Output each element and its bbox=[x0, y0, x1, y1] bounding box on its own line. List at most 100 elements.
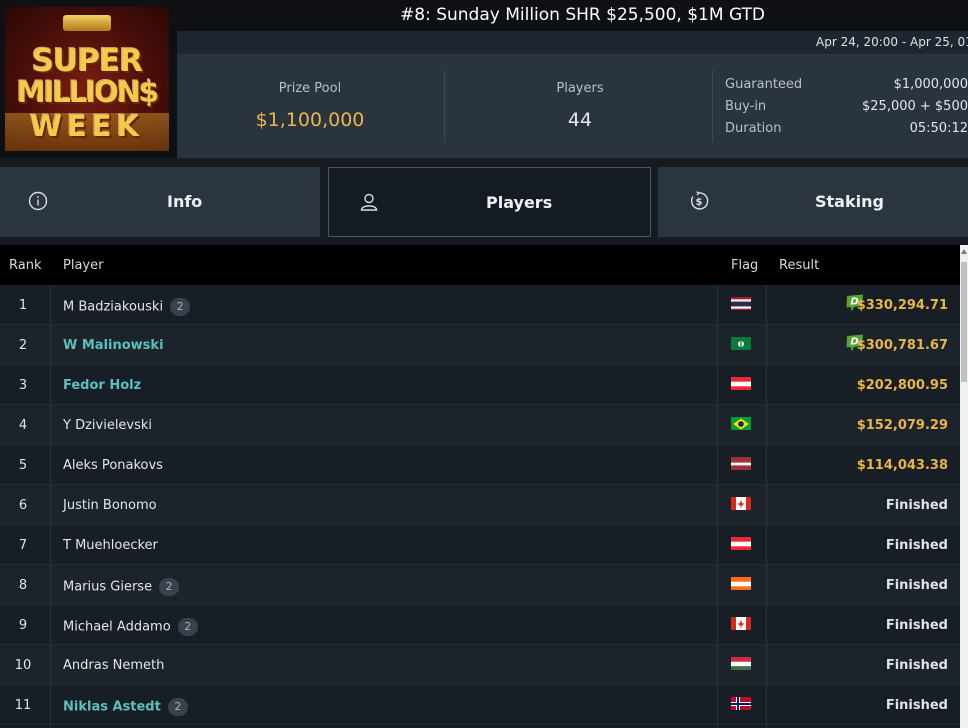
user-icon bbox=[360, 193, 378, 211]
player-name-text: M Badziakouski bbox=[63, 299, 164, 315]
player-name-text: Niklas Astedt bbox=[63, 699, 161, 715]
rank-cell: 10 bbox=[14, 658, 32, 673]
tab-staking-label: Staking bbox=[815, 192, 884, 211]
logo-text-line3: WEEK bbox=[29, 109, 145, 143]
rank-cell: 7 bbox=[18, 538, 28, 553]
flag-norway-icon bbox=[731, 696, 751, 710]
stats-divider bbox=[712, 70, 713, 142]
duration-value: 05:50:12 bbox=[909, 121, 968, 136]
table-row[interactable]: 8 Marius Gierse 2 Finished bbox=[0, 565, 960, 605]
info-icon bbox=[28, 191, 48, 211]
player-name-link[interactable]: Niklas Astedt 2 bbox=[63, 698, 188, 716]
player-column-divider bbox=[717, 285, 718, 728]
result-cell: $114,043.38 bbox=[856, 458, 948, 473]
player-name: Y Dzivielevski bbox=[63, 418, 152, 433]
scrollbar-thumb[interactable] bbox=[961, 262, 967, 382]
tab-info[interactable]: Info bbox=[0, 167, 320, 237]
table-row[interactable]: 10 Andras Nemeth Finished bbox=[0, 645, 960, 685]
tab-staking[interactable]: $ Staking bbox=[658, 167, 968, 237]
player-name: Aleks Ponakovs bbox=[63, 458, 163, 473]
flag-canada-icon bbox=[731, 496, 751, 510]
column-header-flag[interactable]: Flag bbox=[731, 258, 758, 273]
prize-pool-value: $1,100,000 bbox=[255, 109, 365, 131]
tab-players[interactable]: Players bbox=[328, 167, 651, 237]
table-row[interactable]: 11 Niklas Astedt 2 Finished bbox=[0, 685, 960, 725]
entries-count-badge: 2 bbox=[177, 618, 198, 636]
player-name: Marius Gierse 2 bbox=[63, 578, 180, 596]
player-name-link[interactable]: Fedor Holz bbox=[63, 378, 141, 393]
rank-cell: 4 bbox=[18, 418, 28, 433]
player-name-text: W Malinowski bbox=[63, 338, 164, 353]
duration-label: Duration bbox=[725, 121, 782, 136]
table-row[interactable]: 9 Michael Addamo 2 Finished bbox=[0, 605, 960, 645]
flag-hungary-icon bbox=[731, 656, 751, 670]
player-name-link[interactable]: W Malinowski bbox=[63, 338, 164, 353]
player-name-text: Aleks Ponakovs bbox=[63, 458, 163, 473]
tournament-logo-frame: SUPER MILLION$ WEEK bbox=[0, 0, 177, 158]
flag-netherlands-orange-icon bbox=[731, 576, 751, 590]
tab-info-label: Info bbox=[167, 192, 203, 211]
column-header-rank[interactable]: Rank bbox=[9, 258, 41, 273]
flag-austria-icon bbox=[731, 536, 751, 550]
result-cell: Finished bbox=[885, 498, 948, 513]
table-row[interactable]: 6 Justin Bonomo Finished bbox=[0, 485, 960, 525]
player-name: Andras Nemeth bbox=[63, 658, 164, 673]
logo-text-line2: MILLION$ bbox=[16, 75, 160, 109]
buyin-value: $25,000 + $500 bbox=[862, 99, 968, 114]
result-cell: Finished bbox=[885, 658, 948, 673]
table-row[interactable]: 4 Y Dzivielevski $152,079.29 bbox=[0, 405, 960, 445]
player-name-text: Y Dzivielevski bbox=[63, 418, 153, 433]
table-row[interactable]: 5 Aleks Ponakovs $114,043.38 bbox=[0, 445, 960, 485]
flag-canada-icon bbox=[731, 616, 751, 630]
table-row[interactable]: 2W Malinowski D $300,781.67 bbox=[0, 325, 960, 365]
result-cell: $330,294.71 bbox=[856, 298, 948, 313]
rank-cell: 6 bbox=[18, 498, 28, 513]
flag-austria-icon bbox=[731, 376, 751, 390]
table-row[interactable]: 3 Fedor Holz $202,800.95 bbox=[0, 365, 960, 405]
flag-brazil-icon bbox=[731, 416, 751, 430]
stats-panel bbox=[177, 54, 968, 158]
entries-count-badge: 2 bbox=[159, 578, 180, 596]
prize-pool-label: Prize Pool bbox=[278, 81, 342, 96]
result-cell: Finished bbox=[885, 618, 948, 633]
scroll-up-arrow-icon[interactable] bbox=[961, 249, 967, 254]
column-header-result[interactable]: Result bbox=[779, 258, 819, 273]
entries-count-badge: 2 bbox=[170, 298, 191, 316]
player-name: M Badziakouski 2 bbox=[63, 298, 191, 316]
flag-latvia-icon bbox=[731, 456, 751, 470]
rank-column-divider bbox=[50, 285, 51, 728]
entries-count-badge: 2 bbox=[167, 698, 188, 716]
result-cell: $152,079.29 bbox=[856, 418, 948, 433]
rank-cell: 11 bbox=[14, 698, 32, 713]
player-name-text: Marius Gierse bbox=[63, 579, 153, 595]
column-header-player[interactable]: Player bbox=[63, 258, 103, 273]
flag-green-flag-icon bbox=[731, 336, 751, 350]
players-count-label: Players bbox=[556, 81, 604, 96]
rank-cell: 2 bbox=[18, 338, 28, 353]
tab-players-label: Players bbox=[486, 193, 553, 212]
table-row[interactable]: 1M Badziakouski 2 D $330,294.71 bbox=[0, 285, 960, 325]
guaranteed-value: $1,000,000 bbox=[893, 77, 968, 92]
dollar-cycle-icon: $ bbox=[690, 191, 709, 210]
player-name-text: Fedor Holz bbox=[63, 378, 142, 393]
tournament-date-range: Apr 24, 20:00 - Apr 25, 01:50 bbox=[816, 35, 968, 49]
result-cell: Finished bbox=[885, 538, 948, 553]
guaranteed-label: Guaranteed bbox=[725, 77, 803, 92]
rank-cell: 3 bbox=[18, 378, 28, 393]
stats-divider bbox=[444, 70, 445, 142]
player-name-text: Justin Bonomo bbox=[63, 498, 157, 513]
logo-text-line1: SUPER bbox=[31, 43, 143, 79]
player-name: Michael Addamo 2 bbox=[63, 618, 198, 636]
rank-cell: 5 bbox=[18, 458, 28, 473]
tournament-title: #8: Sunday Million SHR $25,500, $1M GTD bbox=[400, 5, 765, 25]
player-name: Justin Bonomo bbox=[63, 498, 157, 513]
gold-bar-icon bbox=[63, 15, 111, 31]
player-name-text: Andras Nemeth bbox=[63, 658, 165, 673]
super-millions-week-logo: SUPER MILLION$ WEEK bbox=[5, 7, 169, 151]
table-row[interactable]: 7 T Muehloecker Finished bbox=[0, 525, 960, 565]
rank-cell: 9 bbox=[18, 618, 28, 633]
player-name: T Muehloecker bbox=[63, 538, 158, 553]
players-count-value: 44 bbox=[567, 109, 593, 131]
result-cell: Finished bbox=[885, 578, 948, 593]
player-name-text: T Muehloecker bbox=[63, 538, 158, 553]
